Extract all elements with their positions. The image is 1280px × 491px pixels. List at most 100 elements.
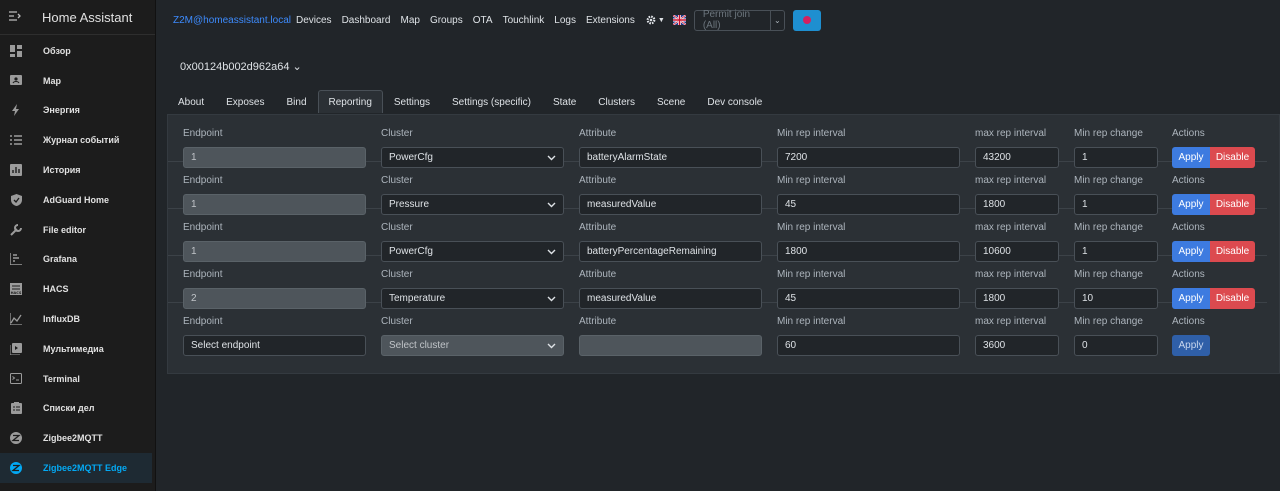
tab[interactable]: Settings bbox=[383, 90, 441, 113]
permit-join-select[interactable]: Permit join (All) ⌄ bbox=[693, 9, 785, 31]
sidebar-item[interactable]: AdGuard Home bbox=[0, 185, 155, 215]
dashboard-icon bbox=[9, 44, 23, 58]
sidebar-item-label: Обзор bbox=[43, 45, 71, 56]
chart-icon bbox=[9, 163, 23, 177]
tab[interactable]: Scene bbox=[646, 90, 696, 113]
tab[interactable]: Exposes bbox=[215, 90, 275, 113]
field-label: Attribute bbox=[579, 175, 617, 186]
sidebar-item[interactable]: Энергия bbox=[0, 96, 155, 126]
tab[interactable]: Clusters bbox=[587, 90, 646, 113]
sidebar-item-label: Terminal bbox=[43, 373, 80, 384]
min-field-value: 60 bbox=[785, 340, 797, 351]
max-field[interactable]: 3600 bbox=[975, 335, 1059, 356]
min-field[interactable]: 60 bbox=[777, 335, 960, 356]
nav-link[interactable]: Touchlink bbox=[503, 15, 545, 26]
field-label: Min rep interval bbox=[777, 128, 846, 139]
sidebar-item[interactable]: File editor bbox=[0, 215, 155, 245]
sidebar-item-label: Zigbee2MQTT bbox=[43, 433, 103, 444]
sidebar-item[interactable]: Журнал событий bbox=[0, 125, 155, 155]
sidebar-item-label: Grafana bbox=[43, 254, 78, 265]
sidebar-item-label: Мультимедиа bbox=[43, 343, 104, 354]
cluster-select[interactable]: Select cluster bbox=[381, 335, 564, 356]
hacs-icon: HACS bbox=[9, 282, 23, 296]
sidebar-item[interactable]: Мультимедиа bbox=[0, 334, 155, 364]
sidebar-item-label: File editor bbox=[43, 224, 87, 235]
tab[interactable]: Bind bbox=[276, 90, 318, 113]
apply-button[interactable]: Apply bbox=[1172, 335, 1210, 356]
sidebar-item[interactable]: История bbox=[0, 155, 155, 185]
field-label: Attribute bbox=[579, 128, 617, 139]
sidebar-item-label: AdGuard Home bbox=[43, 194, 110, 205]
field-label: Cluster bbox=[381, 175, 413, 186]
sidebar-item[interactable]: Map bbox=[0, 66, 155, 96]
field-label: Endpoint bbox=[183, 269, 223, 280]
endpoint-field[interactable]: Select endpoint bbox=[183, 335, 366, 356]
sidebar-item[interactable]: Обзор bbox=[0, 36, 155, 66]
field-label: Min rep interval bbox=[777, 316, 846, 327]
menu-collapse-icon[interactable] bbox=[0, 10, 30, 24]
field-label: Actions bbox=[1172, 269, 1205, 280]
nav-link[interactable]: Map bbox=[400, 15, 419, 26]
field-label: Min rep change bbox=[1074, 128, 1143, 139]
field-label: max rep interval bbox=[975, 269, 1047, 280]
field-label: Min rep interval bbox=[777, 269, 846, 280]
sidebar-item[interactable]: Terminal bbox=[0, 364, 155, 394]
change-field[interactable]: 0 bbox=[1074, 335, 1158, 356]
sidebar-item[interactable]: HACS HACS bbox=[0, 274, 155, 304]
sidebar-item-label: Списки дел bbox=[43, 403, 95, 414]
field-label: Endpoint bbox=[183, 316, 223, 327]
tab[interactable]: Reporting bbox=[317, 90, 383, 113]
field-label: max rep interval bbox=[975, 128, 1047, 139]
sidebar: Home Assistant Обзор Map Энергия Журнал соб… bbox=[0, 0, 156, 491]
tab[interactable]: About bbox=[167, 90, 215, 113]
field-label: Actions bbox=[1172, 175, 1205, 186]
nav-link[interactable]: Groups bbox=[430, 15, 463, 26]
wrench-icon bbox=[9, 223, 23, 237]
app-title: Home Assistant bbox=[42, 9, 133, 25]
shield-icon bbox=[9, 193, 23, 207]
field-label: Actions bbox=[1172, 316, 1205, 327]
field-label: Endpoint bbox=[183, 175, 223, 186]
graph-icon bbox=[9, 252, 23, 266]
attribute-field[interactable] bbox=[579, 335, 762, 356]
sidebar-item[interactable]: InfluxDB bbox=[0, 304, 155, 334]
sidebar-item[interactable]: Zigbee2MQTT bbox=[0, 423, 155, 453]
nav-link[interactable]: Logs bbox=[554, 15, 576, 26]
device-title[interactable]: 0x00124b002d962a64 ⌄ bbox=[180, 60, 302, 73]
sidebar-item-label: Журнал событий bbox=[43, 135, 120, 146]
permit-join-label[interactable]: Permit join (All) bbox=[693, 9, 771, 31]
field-label: Min rep change bbox=[1074, 269, 1143, 280]
nav-link[interactable]: Devices bbox=[296, 15, 332, 26]
lightning-icon bbox=[9, 103, 23, 117]
top-navbar: Z2M@homeassistant.local Devices Dashboard… bbox=[157, 0, 1280, 40]
field-label: Actions bbox=[1172, 222, 1205, 233]
sidebar-item[interactable]: Grafana bbox=[0, 245, 155, 275]
clipboard-icon bbox=[9, 401, 23, 415]
nav-link[interactable]: Extensions bbox=[586, 15, 635, 26]
reporting-row: Endpoint 1 Cluster Pressure Attribute measure… bbox=[168, 162, 1267, 215]
tab[interactable]: Settings (specific) bbox=[441, 90, 542, 113]
permit-join-button[interactable] bbox=[792, 9, 821, 31]
tab[interactable]: Dev console bbox=[696, 90, 773, 113]
field-label: Attribute bbox=[579, 316, 617, 327]
tab[interactable]: State bbox=[542, 90, 587, 113]
sidebar-item-label: HACS bbox=[43, 284, 69, 295]
list-icon bbox=[9, 133, 23, 147]
line-chart-icon bbox=[9, 312, 23, 326]
brand-link[interactable]: Z2M@homeassistant.local bbox=[173, 15, 291, 26]
chevron-down-icon[interactable]: ⌄ bbox=[770, 9, 785, 31]
reporting-panel: Endpoint 1 Cluster PowerCfg Attribute battery… bbox=[167, 114, 1280, 374]
svg-text:HACS: HACS bbox=[11, 291, 22, 295]
main-area: Z2M@homeassistant.local Devices Dashboard… bbox=[157, 0, 1280, 491]
nav-link[interactable]: Dashboard bbox=[342, 15, 391, 26]
sidebar-item-label: История bbox=[43, 165, 81, 176]
settings-gear-icon[interactable]: ▼ bbox=[645, 14, 665, 26]
sidebar-item[interactable]: Списки дел bbox=[0, 394, 155, 424]
field-label: Min rep change bbox=[1074, 222, 1143, 233]
nav-link[interactable]: OTA bbox=[473, 15, 493, 26]
status-dot-icon bbox=[802, 16, 811, 24]
sidebar-item-label: Zigbee2MQTT Edge bbox=[43, 463, 128, 474]
language-flag-icon[interactable] bbox=[672, 14, 687, 26]
map-icon bbox=[9, 74, 23, 88]
sidebar-item[interactable]: Zigbee2MQTT Edge bbox=[0, 453, 152, 483]
